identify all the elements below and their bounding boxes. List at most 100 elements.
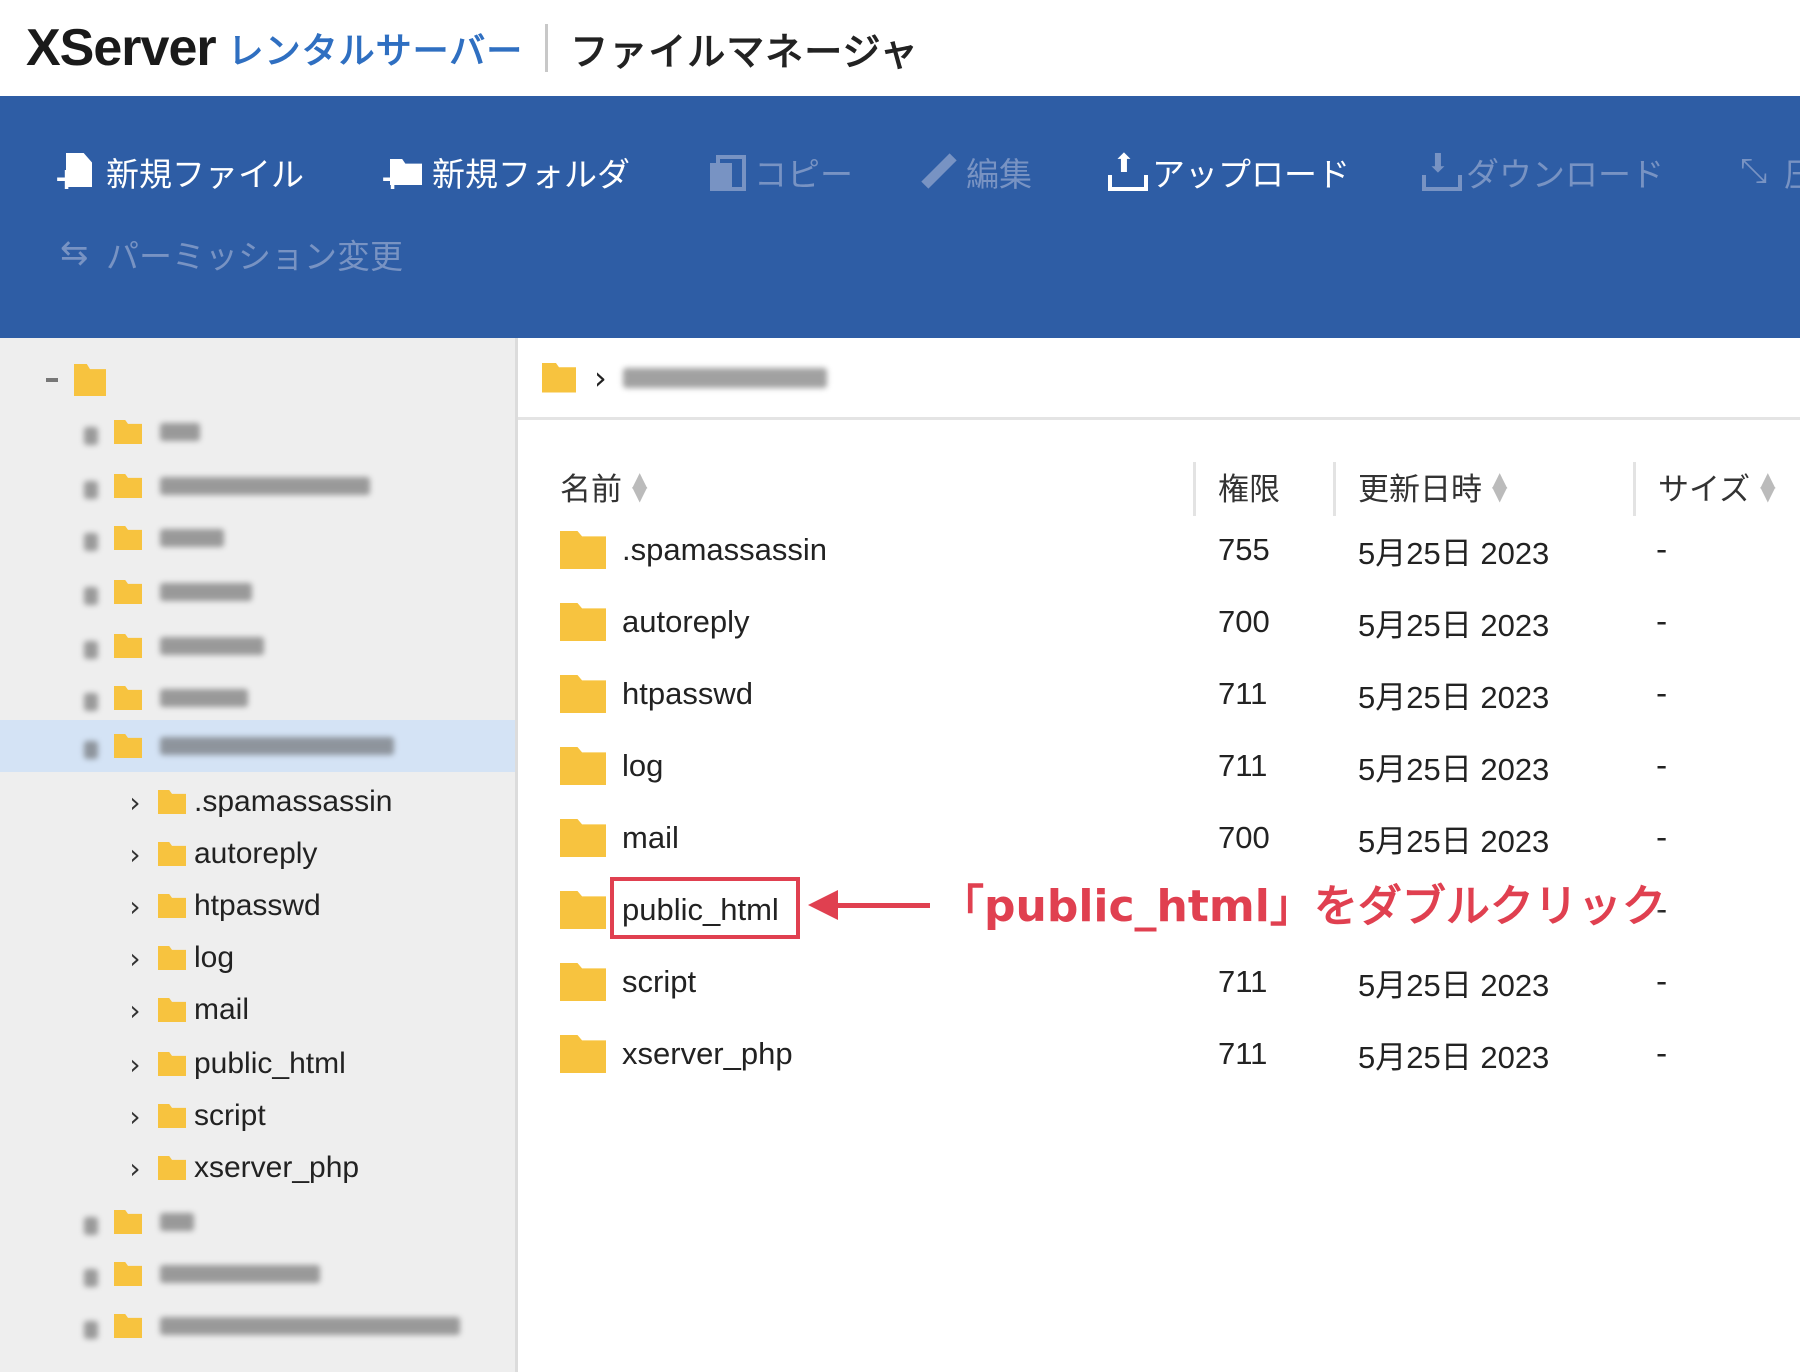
tree-child[interactable]: › htpasswd (0, 880, 515, 932)
new-folder-label: 新規フォルダ (432, 155, 630, 194)
column-header-size[interactable]: サイズ ▲ ▼ (1658, 460, 1775, 512)
download-label: ダウンロード (1466, 155, 1664, 194)
xserver-logo[interactable]: XServer (26, 18, 217, 78)
folder-icon (114, 526, 142, 550)
folder-icon (114, 634, 142, 658)
expand-icon[interactable] (84, 587, 102, 605)
folder-icon (158, 1104, 186, 1128)
download-button[interactable]: ダウンロード (1418, 148, 1664, 196)
tree-item[interactable] (0, 566, 515, 618)
compress-button[interactable]: 圧 (1736, 148, 1800, 196)
table-row[interactable]: mail 700 5月25日 2023 - (540, 808, 1800, 868)
tree-child-label: public_html (194, 1047, 346, 1080)
tree-item[interactable] (0, 1196, 515, 1248)
tree-child[interactable]: › xserver_php (0, 1142, 515, 1194)
expand-icon[interactable] (84, 1269, 102, 1287)
table-row[interactable]: log 711 5月25日 2023 - (540, 736, 1800, 796)
folder-icon (560, 963, 606, 1001)
tree-item[interactable] (0, 620, 515, 672)
file-date: 5月25日 2023 (1358, 535, 1550, 571)
collapse-icon[interactable] (84, 741, 102, 759)
expand-icon[interactable] (84, 1217, 102, 1235)
tree-child[interactable]: › public_html (0, 1038, 515, 1090)
chevron-right-icon[interactable]: › (122, 1100, 148, 1133)
redacted-label (160, 583, 252, 601)
column-header-date-label: 更新日時 (1358, 471, 1482, 508)
redacted-label (160, 689, 248, 707)
expand-icon[interactable] (84, 693, 102, 711)
file-date: 5月25日 2023 (1358, 607, 1550, 643)
edit-button[interactable]: 編集 (918, 148, 1032, 196)
tree-child[interactable]: › autoreply (0, 828, 515, 880)
file-permission: 700 (1218, 604, 1270, 639)
breadcrumb-current-path[interactable] (622, 367, 827, 388)
folder-tree: › .spamassassin › autoreply › htpasswd ›… (0, 338, 518, 1372)
tree-root[interactable] (0, 354, 515, 406)
folder-icon (560, 891, 606, 929)
tree-child[interactable]: › mail (0, 984, 515, 1036)
folder-icon (114, 686, 142, 710)
edit-label: 編集 (966, 155, 1032, 194)
highlight-box (610, 877, 800, 939)
chevron-right-icon[interactable]: › (122, 838, 148, 871)
file-date: 5月25日 2023 (1358, 1039, 1550, 1075)
logo-subtitle: レンタルサーバー (227, 31, 524, 72)
root-folder-icon (74, 364, 106, 396)
tree-child[interactable]: › script (0, 1090, 515, 1142)
expand-icon[interactable] (84, 427, 102, 445)
app-title: ファイルマネージャ (570, 29, 919, 74)
breadcrumb-folder-icon[interactable] (542, 362, 576, 393)
copy-button[interactable]: コピー (706, 148, 853, 196)
redacted-label (160, 1213, 194, 1231)
tree-item-selected[interactable] (0, 720, 515, 772)
tree-child[interactable]: › log (0, 932, 515, 984)
folder-icon (560, 531, 606, 569)
new-file-button[interactable]: 新規ファイル (54, 148, 304, 196)
table-row[interactable]: script 711 5月25日 2023 - (540, 952, 1800, 1012)
file-permission: 711 (1218, 964, 1268, 999)
file-size: - (1656, 676, 1668, 712)
folder-icon (158, 842, 186, 866)
collapse-icon[interactable] (44, 375, 62, 385)
file-permission: 711 (1218, 676, 1268, 711)
column-header-date[interactable]: 更新日時 ▲ ▼ (1358, 460, 1507, 512)
table-row[interactable]: xserver_php 711 5月25日 2023 - (540, 1024, 1800, 1084)
annotation-arrow-line (830, 903, 930, 908)
column-header-name-label: 名前 (560, 471, 622, 508)
file-size: - (1656, 604, 1668, 640)
tree-item[interactable] (0, 406, 515, 458)
tree-item[interactable] (0, 1300, 515, 1352)
table-row[interactable]: htpasswd 711 5月25日 2023 - (540, 664, 1800, 724)
tree-item[interactable] (0, 512, 515, 564)
chevron-right-icon[interactable]: › (122, 786, 148, 819)
column-header-name[interactable]: 名前 ▲ ▼ (560, 460, 647, 512)
expand-icon[interactable] (84, 1321, 102, 1339)
file-permission: 755 (1218, 532, 1270, 567)
chevron-right-icon[interactable]: › (122, 890, 148, 923)
expand-icon[interactable] (84, 641, 102, 659)
chevron-right-icon: › (594, 358, 607, 397)
table-row[interactable]: .spamassassin 755 5月25日 2023 - (540, 520, 1800, 580)
copy-icon (706, 151, 746, 193)
column-header-permission[interactable]: 権限 (1218, 460, 1280, 512)
tree-child[interactable]: › .spamassassin (0, 776, 515, 828)
folder-icon (114, 580, 142, 604)
chevron-right-icon[interactable]: › (122, 1152, 148, 1185)
chevron-right-icon[interactable]: › (122, 1048, 148, 1081)
tree-item[interactable] (0, 672, 515, 724)
file-date: 5月25日 2023 (1358, 751, 1550, 787)
chevron-right-icon[interactable]: › (122, 994, 148, 1027)
table-row[interactable]: autoreply 700 5月25日 2023 - (540, 592, 1800, 652)
column-divider (1333, 462, 1336, 516)
folder-icon (158, 1156, 186, 1180)
expand-icon[interactable] (84, 533, 102, 551)
toolbar: 新規ファイル 新規フォルダ コピー 編集 アップロード ダウンロード 圧 パーミ… (0, 96, 1800, 338)
expand-icon[interactable] (84, 481, 102, 499)
chevron-right-icon[interactable]: › (122, 942, 148, 975)
tree-item[interactable] (0, 460, 515, 512)
file-size: - (1656, 532, 1668, 568)
tree-item[interactable] (0, 1248, 515, 1300)
upload-button[interactable]: アップロード (1104, 148, 1350, 196)
new-folder-button[interactable]: 新規フォルダ (380, 148, 630, 196)
permission-button[interactable]: パーミッション変更 (58, 230, 403, 278)
